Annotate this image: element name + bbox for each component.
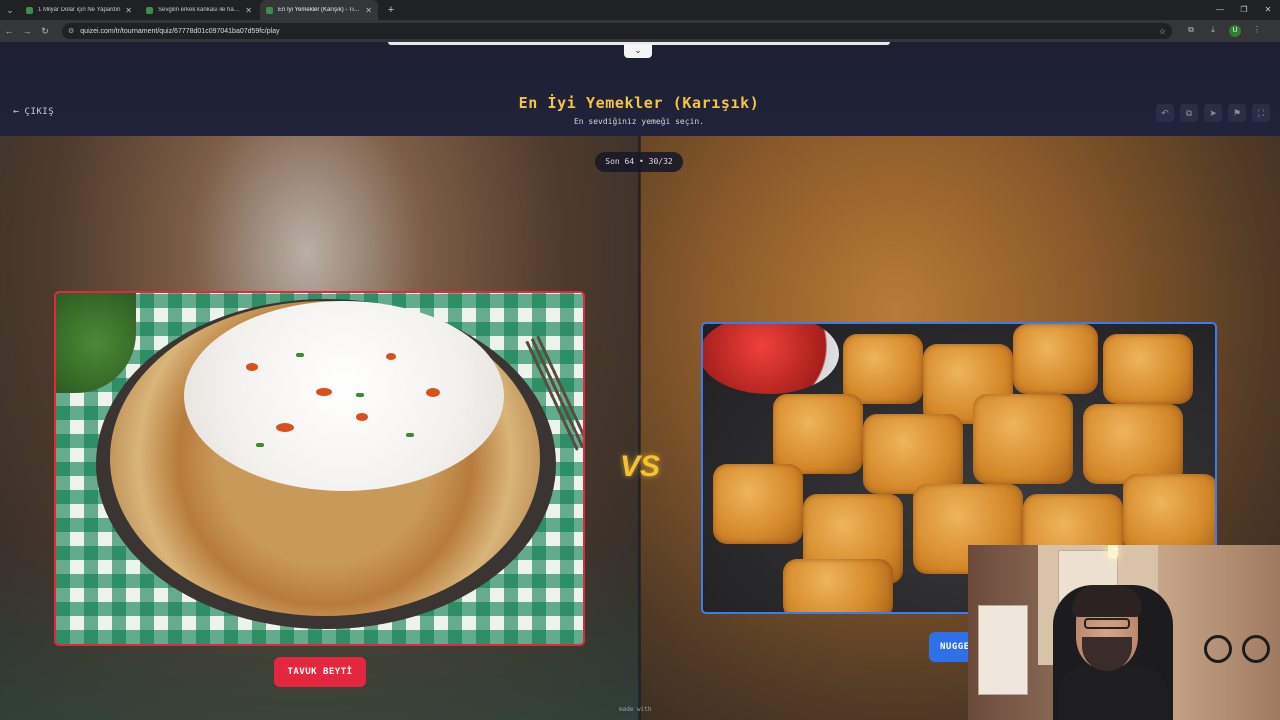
webcam-overlay xyxy=(968,545,1280,720)
nugget xyxy=(843,334,923,404)
herb-leaf xyxy=(356,393,364,397)
nugget xyxy=(1013,324,1098,394)
restore-icon[interactable]: ❐ xyxy=(1232,0,1256,20)
nugget xyxy=(713,464,803,544)
tab-close-icon[interactable]: ✕ xyxy=(365,6,372,15)
tab-close-icon[interactable]: ✕ xyxy=(245,6,252,15)
page-subtitle: En sevdiğiniz yemeği seçin. xyxy=(573,117,705,126)
browser-tab-active[interactable]: En İyi Yemekler (Karışık) - Tier l ✕ xyxy=(260,0,378,20)
nugget xyxy=(783,559,893,612)
webcam-lamp xyxy=(1108,545,1118,559)
new-tab-icon[interactable]: + xyxy=(384,4,398,16)
chili-sauce xyxy=(356,413,368,421)
minimize-icon[interactable]: — xyxy=(1208,0,1232,20)
close-window-icon[interactable]: ✕ xyxy=(1256,0,1280,20)
webcam-person-hair xyxy=(1072,585,1142,617)
vs-badge: VS xyxy=(619,450,661,483)
nugget xyxy=(773,394,863,474)
herb-leaf xyxy=(296,353,304,357)
copy-icon[interactable]: ⧉ xyxy=(1180,104,1198,122)
browser-address-bar: ← → ↻ ⚙ quizei.com/tr/tournament/quiz/67… xyxy=(0,20,1280,42)
site-favicon-icon xyxy=(266,6,273,14)
chevron-down-icon[interactable]: ⌄ xyxy=(624,44,652,58)
nugget xyxy=(973,394,1073,484)
webcam-person-glasses xyxy=(1084,618,1130,629)
center-divider xyxy=(638,136,641,720)
chili-sauce xyxy=(276,423,294,432)
herb-leaf xyxy=(406,433,414,437)
site-info-icon[interactable]: ⚙ xyxy=(68,27,74,35)
webcam-bicycle xyxy=(1204,625,1274,665)
ketchup-bowl xyxy=(703,324,839,394)
browser-menu-icon[interactable]: ⋮ xyxy=(1246,25,1268,37)
left-choice-image[interactable] xyxy=(54,291,585,646)
bookmark-star-icon[interactable]: ☆ xyxy=(1159,27,1166,36)
chili-sauce xyxy=(426,388,440,397)
made-with-footer: made with xyxy=(619,706,652,713)
fullscreen-icon[interactable]: ⛶ xyxy=(1252,104,1270,122)
tab-title: Sevgilin erkek kankası ile hangi xyxy=(158,7,242,13)
nugget xyxy=(863,414,963,494)
browser-tab-bar: ⌄ 1 Milyar Dolar için Ne Yapardın ✕ Sevg… xyxy=(0,0,1280,20)
choose-left-button[interactable]: TAVUK BEYTİ xyxy=(274,657,366,687)
browser-extensions: ⧉ ⤓ U ⋮ xyxy=(1180,25,1268,37)
download-icon[interactable]: ⤓ xyxy=(1202,25,1224,37)
nugget xyxy=(1083,404,1183,484)
browser-tab[interactable]: Sevgilin erkek kankası ile hangi ✕ xyxy=(140,0,258,20)
nugget xyxy=(1103,334,1193,404)
chili-sauce xyxy=(316,388,332,396)
tab-title: En İyi Yemekler (Karışık) - Tier l xyxy=(278,7,362,13)
bike-wheel xyxy=(1242,635,1270,663)
tab-search-icon[interactable]: ⌄ xyxy=(0,0,20,20)
herb-leaf xyxy=(256,443,264,447)
browser-tab[interactable]: 1 Milyar Dolar için Ne Yapardın ✕ xyxy=(20,0,138,20)
reload-icon[interactable]: ↻ xyxy=(36,26,54,37)
chili-sauce xyxy=(386,353,396,360)
share-icon[interactable]: ➤ xyxy=(1204,104,1222,122)
round-badge: Son 64 • 30/32 xyxy=(595,152,683,172)
extensions-icon[interactable]: ⧉ xyxy=(1180,25,1202,37)
site-favicon-icon xyxy=(146,6,153,14)
window-controls: — ❐ ✕ xyxy=(1208,0,1280,20)
tab-title: 1 Milyar Dolar için Ne Yapardın xyxy=(38,7,121,13)
tab-close-icon[interactable]: ✕ xyxy=(125,6,132,15)
yogurt-topping xyxy=(184,301,504,491)
url-text: quizei.com/tr/tournament/quiz/67778d01c0… xyxy=(80,27,280,35)
bike-wheel xyxy=(1204,635,1232,663)
chili-sauce xyxy=(246,363,258,371)
forward-icon[interactable]: → xyxy=(18,26,36,36)
undo-icon[interactable]: ↶ xyxy=(1156,104,1174,122)
profile-avatar[interactable]: U xyxy=(1229,25,1241,37)
nugget xyxy=(1123,474,1215,554)
back-icon[interactable]: ← xyxy=(0,26,18,36)
site-favicon-icon xyxy=(26,6,33,14)
page-title: En İyi Yemekler (Karışık) xyxy=(518,94,760,112)
webcam-person-body xyxy=(1058,665,1168,720)
flag-icon[interactable]: ⚑ xyxy=(1228,104,1246,122)
header-actions: ↶ ⧉ ➤ ⚑ ⛶ xyxy=(1150,104,1270,122)
webcam-drawer xyxy=(978,605,1028,695)
url-field[interactable]: ⚙ quizei.com/tr/tournament/quiz/67778d01… xyxy=(62,23,1172,39)
